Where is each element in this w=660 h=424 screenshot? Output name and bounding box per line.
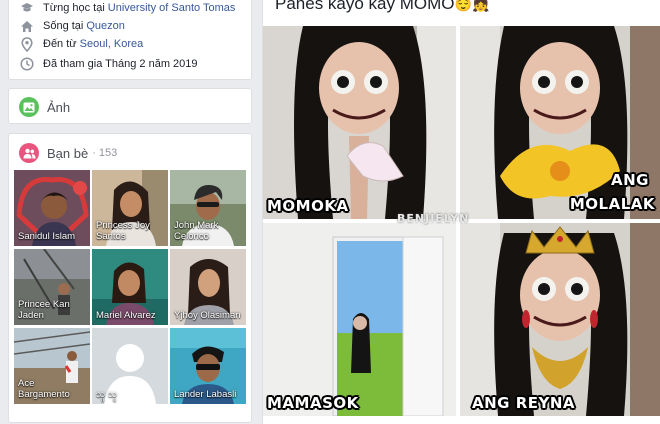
hometown-link[interactable]: Seoul, Korea <box>80 38 144 50</box>
intro-card: Từng học tại University of Santo Tomas S… <box>8 0 252 80</box>
location-pin-icon <box>19 36 35 52</box>
friend-tile[interactable]: Sanidul Islam <box>14 170 90 246</box>
post-image[interactable]: MOMOKA ANG MOLALAK MAMASOK ANG REYNA BEN… <box>263 26 660 416</box>
friend-name[interactable]: Yjhoy Olasiman <box>174 310 244 321</box>
friends-title[interactable]: Bạn bè <box>47 146 88 161</box>
emoji-icon: 😌👧 <box>454 0 490 12</box>
meme-panel-molalak: ANG MOLALAK <box>460 26 660 219</box>
friend-tile[interactable]: Mariel Alvarez <box>92 249 168 325</box>
intro-from: Đến từ Seoul, Korea <box>19 35 143 53</box>
friend-tile[interactable]: Ace Bargamento <box>14 328 90 404</box>
friend-name[interactable]: Princee Kan Jaden <box>18 299 88 321</box>
caption-top-left: MOMOKA <box>267 197 349 215</box>
home-icon <box>19 18 35 34</box>
friend-tile[interactable]: Princee Kan Jaden <box>14 249 90 325</box>
meme-panel-reyna: ANG REYNA <box>460 223 660 416</box>
photos-title[interactable]: Ảnh <box>47 100 70 115</box>
intro-studied: Từng học tại University of Santo Tomas <box>19 0 235 17</box>
clock-icon <box>19 56 35 72</box>
momo-queen-illustration <box>460 223 660 416</box>
friend-tile[interactable]: Lander Labasli <box>170 328 246 404</box>
friends-card: Bạn bè · 153 Sanidul Islam Princess Joy … <box>8 133 252 423</box>
friend-name[interactable]: Lander Labasli <box>174 389 244 400</box>
post-card: Panes kayo kay MOMO😌👧 MOMOKA ANG MOLALAK… <box>262 0 660 424</box>
intro-joined: Đã tham gia Tháng 2 năm 2019 <box>19 55 198 73</box>
photos-header[interactable]: Ảnh <box>19 96 70 118</box>
friend-name[interactable]: Mariel Alvarez <box>96 310 166 321</box>
momo-figure-illustration <box>263 26 456 219</box>
current-city-link[interactable]: Quezon <box>86 20 125 32</box>
watermark: BENJIELYN <box>397 212 470 225</box>
momo-figure-illustration <box>460 26 660 219</box>
friend-name[interactable]: သူ သူ <box>96 389 166 400</box>
friend-tile[interactable]: Princess Joy Santos <box>92 170 168 246</box>
friend-name[interactable]: Ace Bargamento <box>18 378 88 400</box>
friend-tile[interactable]: John Mark Celonco <box>170 170 246 246</box>
friend-name[interactable]: Princess Joy Santos <box>96 220 166 242</box>
graduation-cap-icon <box>19 0 35 16</box>
friend-name[interactable]: Sanidul Islam <box>18 231 88 242</box>
caption-top-right-2: MOLALAK <box>569 195 655 213</box>
friends-count: · 153 <box>92 147 118 159</box>
photos-icon <box>19 97 39 117</box>
caption-bottom-left: MAMASOK <box>267 394 359 412</box>
caption-bottom-right: ANG REYNA <box>472 394 576 412</box>
meme-panel-mamasok: MAMASOK <box>263 223 456 416</box>
photos-card[interactable]: Ảnh <box>8 88 252 124</box>
school-link[interactable]: University of Santo Tomas <box>108 2 236 14</box>
friend-tile[interactable]: သူ သူ <box>92 328 168 404</box>
intro-lives: Sống tại Quezon <box>19 17 125 35</box>
meme-panel-momoka: MOMOKA <box>263 26 456 219</box>
door-illustration <box>263 223 456 416</box>
friend-tile[interactable]: Yjhoy Olasiman <box>170 249 246 325</box>
friend-name[interactable]: John Mark Celonco <box>174 220 244 242</box>
friends-header[interactable]: Bạn bè · 153 <box>19 142 117 164</box>
caption-top-right-1: ANG <box>611 171 649 189</box>
post-text: Panes kayo kay MOMO😌👧 <box>275 0 489 14</box>
friends-icon <box>19 143 39 163</box>
